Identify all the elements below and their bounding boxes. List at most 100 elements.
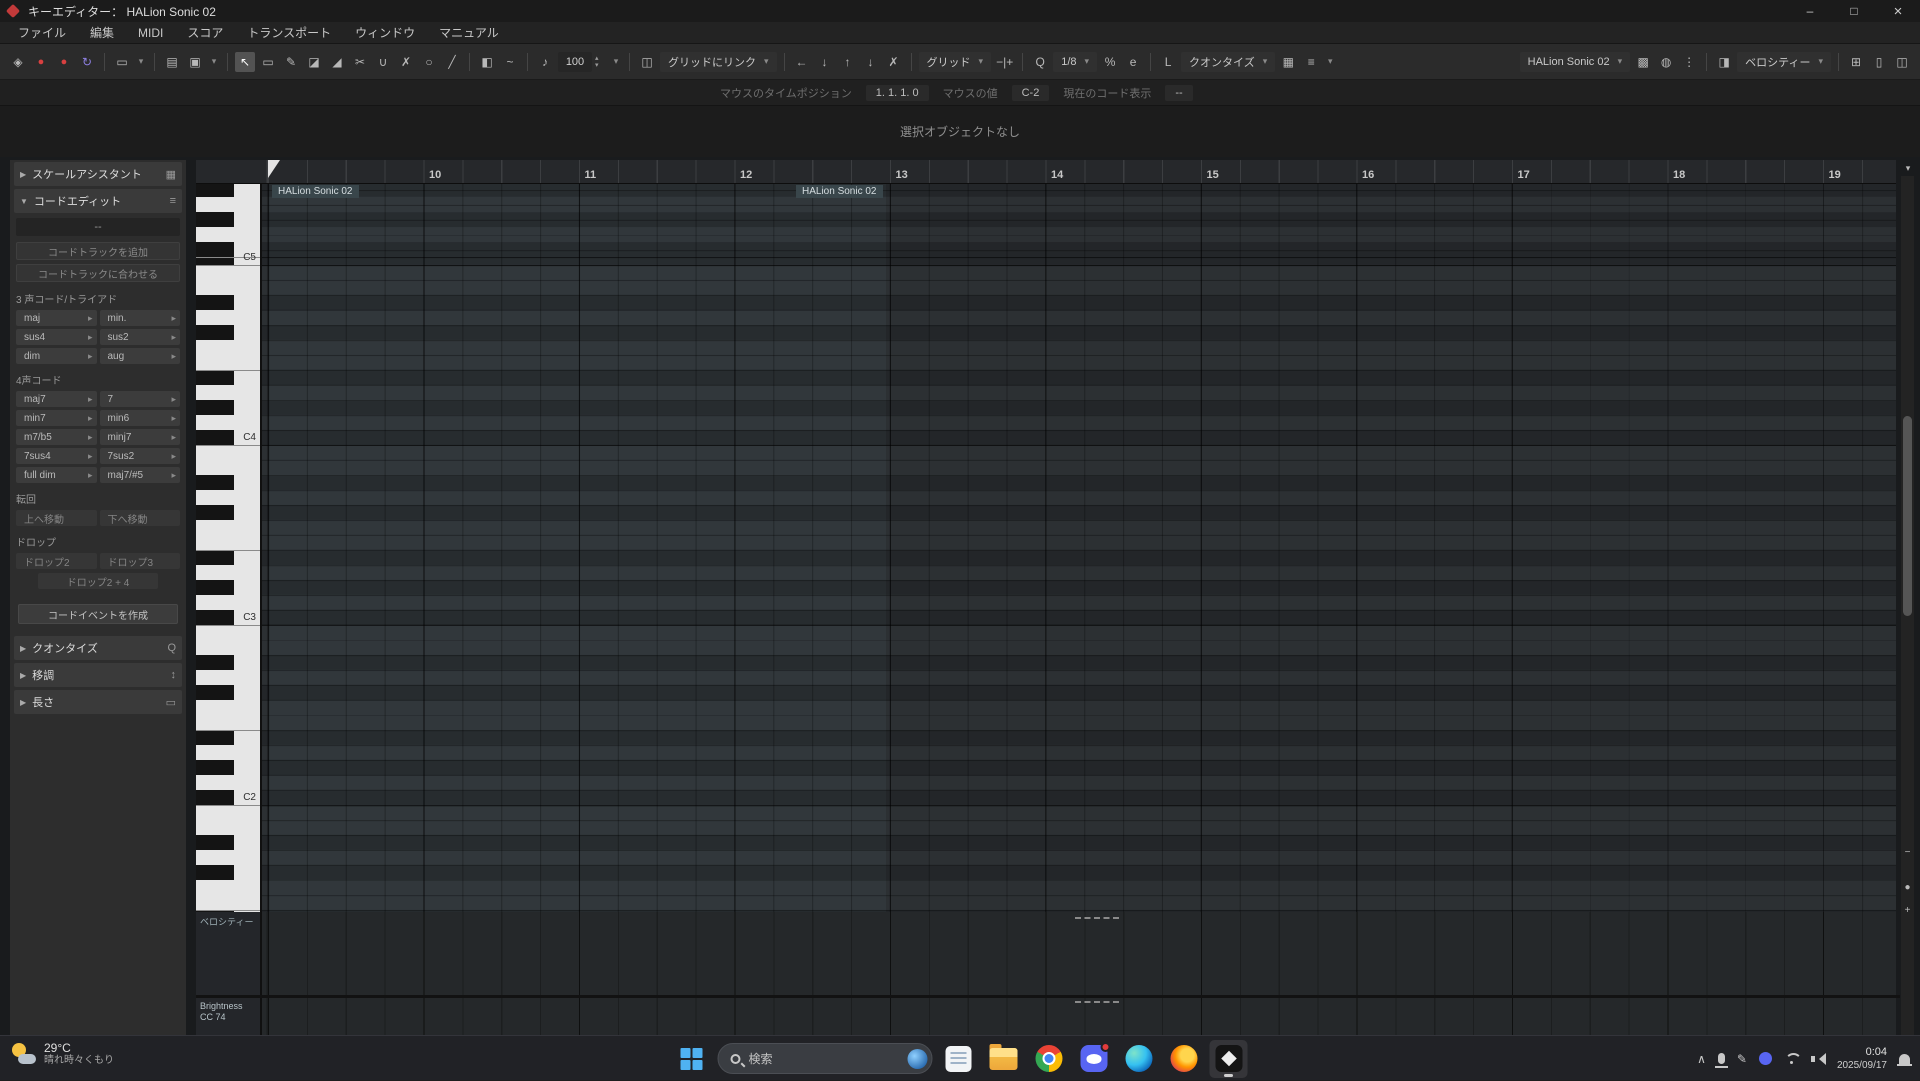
match-chord-track-button[interactable]: コードトラックに合わせる bbox=[16, 264, 180, 282]
object-selection-icon[interactable]: ▭ bbox=[112, 52, 132, 72]
part-editing-dropdown[interactable] bbox=[208, 52, 220, 72]
menu-item[interactable]: ファイル bbox=[8, 22, 76, 43]
chord-button[interactable]: min. bbox=[100, 310, 181, 326]
menu-item[interactable]: マニュアル bbox=[429, 22, 509, 43]
select-tool-button[interactable]: ↖ bbox=[235, 52, 255, 72]
chord-button[interactable]: sus4 bbox=[16, 329, 97, 345]
add-chord-track-button[interactable]: コードトラックを追加 bbox=[16, 242, 180, 260]
track-select[interactable]: HALion Sonic 02 bbox=[1520, 52, 1630, 72]
taskbar-app-cubase[interactable] bbox=[1210, 1040, 1248, 1078]
taskbar-app-firefox[interactable] bbox=[1165, 1040, 1203, 1078]
inversion-button[interactable]: 上へ移動 bbox=[16, 510, 97, 526]
scrollbar-thumb[interactable] bbox=[1903, 416, 1912, 616]
part-name-label[interactable]: HALion Sonic 02 bbox=[796, 185, 883, 198]
mute-tool-button[interactable]: ✗ bbox=[396, 52, 416, 72]
window-zones-left-icon[interactable]: ⊞ bbox=[1846, 52, 1866, 72]
draw-tool-button[interactable]: ✎ bbox=[281, 52, 301, 72]
clock[interactable]: 0:04 2025/09/17 bbox=[1837, 1046, 1887, 1072]
quantize-icon[interactable]: Q bbox=[1030, 52, 1050, 72]
section-transpose[interactable]: ▶ 移調 ↕ bbox=[14, 663, 182, 687]
chord-button[interactable]: 7 bbox=[100, 391, 181, 407]
crossfade-icon[interactable]: ✗ bbox=[884, 52, 904, 72]
chord-button[interactable]: min6 bbox=[100, 410, 181, 426]
length-quantize-select[interactable]: クオンタイズ bbox=[1181, 52, 1275, 72]
menu-item[interactable]: MIDI bbox=[128, 24, 173, 42]
discord-tray-icon[interactable] bbox=[1759, 1052, 1772, 1065]
chord-button[interactable]: 7sus2 bbox=[100, 448, 181, 464]
menu-item[interactable]: ウィンドウ bbox=[345, 22, 425, 43]
plusminus-icon[interactable]: −|+ bbox=[994, 52, 1015, 72]
taskbar-app-notepad[interactable] bbox=[940, 1040, 978, 1078]
taskbar-app-discord[interactable] bbox=[1075, 1040, 1113, 1078]
chord-button[interactable]: maj7 bbox=[16, 391, 97, 407]
velocity-lane-label[interactable]: ベロシティー bbox=[196, 912, 262, 995]
velocity-dropdown[interactable] bbox=[610, 52, 622, 72]
piano-keyboard[interactable]: C5C4C3C2 bbox=[196, 184, 262, 912]
search-box[interactable]: 検索 bbox=[718, 1043, 933, 1074]
zoom-out-button[interactable]: − bbox=[1901, 845, 1914, 859]
section-quantize[interactable]: ▶ クオンタイズ Q bbox=[14, 636, 182, 660]
minimize-button[interactable] bbox=[1788, 0, 1832, 22]
quantize-preset-select[interactable]: 1/8 bbox=[1053, 52, 1097, 72]
pen-icon[interactable]: ✎ bbox=[1737, 1052, 1747, 1066]
chord-button[interactable]: aug bbox=[100, 348, 181, 364]
cc-lane-label[interactable]: Brightness CC 74 bbox=[196, 998, 262, 1035]
nudge-up-icon[interactable]: ↑ bbox=[838, 52, 858, 72]
zoom-indicator-dot[interactable]: ● bbox=[1901, 880, 1914, 894]
chord-button[interactable]: minj7 bbox=[100, 429, 181, 445]
chord-button[interactable]: maj7/#5 bbox=[100, 467, 181, 483]
glue-tool-button[interactable]: ∪ bbox=[373, 52, 393, 72]
snap-icon[interactable]: ◫ bbox=[637, 52, 657, 72]
part-start-marker[interactable] bbox=[268, 160, 280, 178]
chord-button[interactable]: maj bbox=[16, 310, 97, 326]
chord-button[interactable]: 7sus4 bbox=[16, 448, 97, 464]
chord-button[interactable]: dim bbox=[16, 348, 97, 364]
grid-link-select[interactable]: グリッドにリンク bbox=[660, 52, 777, 72]
taskbar-app-chrome[interactable] bbox=[1030, 1040, 1068, 1078]
grid-type-select[interactable]: グリッド bbox=[919, 52, 992, 72]
split-tool-button[interactable]: ✂ bbox=[350, 52, 370, 72]
taskbar-app-explorer[interactable] bbox=[985, 1040, 1023, 1078]
drop-2-4-button[interactable]: ドロップ2 + 4 bbox=[38, 573, 158, 589]
start-button[interactable] bbox=[673, 1040, 711, 1078]
piano-view-icon[interactable]: ▦ bbox=[1278, 52, 1298, 72]
object-selection-dropdown[interactable] bbox=[135, 52, 147, 72]
nudge-down-icon[interactable]: ↓ bbox=[815, 52, 835, 72]
part-name-label[interactable]: HALion Sonic 02 bbox=[272, 185, 359, 198]
acoustic-feedback-button[interactable]: ● bbox=[31, 52, 51, 72]
chord-button[interactable]: min7 bbox=[16, 410, 97, 426]
timeline-ruler[interactable]: 10111213141516171819 bbox=[262, 160, 1896, 184]
section-scale-assistant[interactable]: ▶ スケールアシスタント ▦ bbox=[14, 162, 182, 186]
cc-lane[interactable] bbox=[262, 998, 1896, 1035]
section-chord-edit[interactable]: ▼ コードエディット ≡ bbox=[14, 189, 182, 213]
window-zones-right-icon[interactable]: ◫ bbox=[1892, 52, 1912, 72]
more-options-icon[interactable]: ⋮ bbox=[1679, 52, 1699, 72]
create-chord-event-button[interactable]: コードイベントを作成 bbox=[18, 604, 178, 624]
taskbar-app-edge[interactable] bbox=[1120, 1040, 1158, 1078]
volume-icon[interactable] bbox=[1811, 1053, 1825, 1065]
tray-expand-icon[interactable]: ∧ bbox=[1697, 1052, 1706, 1066]
zoom-in-button[interactable]: + bbox=[1901, 903, 1914, 917]
zoom-tool-button[interactable]: ○ bbox=[419, 52, 439, 72]
chord-button[interactable]: full dim bbox=[16, 467, 97, 483]
microphone-icon[interactable] bbox=[1718, 1053, 1725, 1064]
insert-velocity-value[interactable]: 100 bbox=[558, 52, 592, 72]
chord-button[interactable]: sus2 bbox=[100, 329, 181, 345]
velocity-stepper[interactable] bbox=[595, 55, 607, 69]
erase-tool-button[interactable]: ◪ bbox=[304, 52, 324, 72]
curve-toggle-icon[interactable]: ~ bbox=[500, 52, 520, 72]
nudge-down2-icon[interactable]: ↓ bbox=[861, 52, 881, 72]
window-zones-mid-icon[interactable]: ▯ bbox=[1869, 52, 1889, 72]
layers-icon[interactable]: ≡ bbox=[1301, 52, 1321, 72]
infoline-toggle-icon[interactable]: ◧ bbox=[477, 52, 497, 72]
note-grid[interactable]: HALion Sonic 02 HALion Sonic 02 bbox=[262, 184, 1896, 912]
loop-icon[interactable]: ↻ bbox=[77, 52, 97, 72]
record-in-editor-button[interactable]: ● bbox=[54, 52, 74, 72]
drop-button[interactable]: ドロップ3 bbox=[100, 553, 181, 569]
pin-tool-icon[interactable]: ◈ bbox=[8, 52, 28, 72]
ruler-menu-icon[interactable]: ▾ bbox=[1901, 161, 1915, 175]
swing-icon[interactable]: % bbox=[1100, 52, 1120, 72]
edit-active-part-icon[interactable]: ▣ bbox=[185, 52, 205, 72]
inversion-button[interactable]: 下へ移動 bbox=[100, 510, 181, 526]
menu-item[interactable]: 編集 bbox=[80, 22, 124, 43]
